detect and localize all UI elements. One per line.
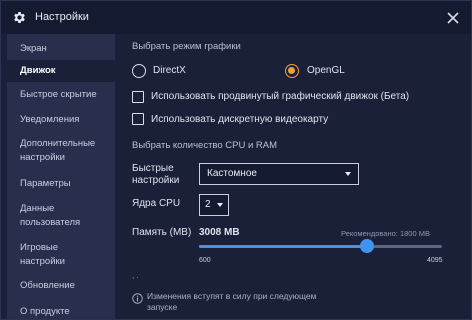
sidebar-item-label: Дополнительные <box>20 138 96 149</box>
sidebar-item-label: настройки <box>20 152 65 163</box>
directx-label: DirectX <box>153 65 186 76</box>
advanced-engine-checkbox[interactable] <box>132 91 144 103</box>
sidebar-item-label: Данные <box>20 203 55 214</box>
restart-notice-line: Изменения вступят в силу при следующем <box>147 291 317 301</box>
chevron-down-icon <box>345 172 351 176</box>
quick-settings-select[interactable]: Кастомное <box>199 163 359 185</box>
settings-window: Настройки Экран Движок Быстрое скрытие У… <box>0 0 472 320</box>
gear-icon <box>14 12 25 23</box>
sidebar-item-update[interactable]: Обновление <box>7 279 115 293</box>
sidebar-item-label: Быстрое скрытие <box>20 89 97 100</box>
sidebar-item-label: О продукте <box>20 306 70 317</box>
window-title: Настройки <box>35 11 89 23</box>
sidebar-item-parameters[interactable]: Параметры <box>7 177 115 191</box>
cpu-cores-value: 2 <box>205 199 211 210</box>
sidebar-item-label: Экран <box>20 43 47 54</box>
info-icon <box>132 293 143 304</box>
discrete-gpu-checkbox[interactable] <box>132 113 144 125</box>
advanced-engine-label: Использовать продвинутый графический дви… <box>151 91 410 102</box>
close-icon[interactable] <box>445 10 461 26</box>
truncated-section-title: , . <box>132 271 139 280</box>
memory-slider-thumb[interactable] <box>359 239 374 253</box>
sidebar-item-display[interactable]: Экран <box>7 38 115 60</box>
sidebar-item-boss-key[interactable]: Быстрое скрытие <box>7 88 115 102</box>
sidebar-item-game-settings[interactable]: Игровые настройки <box>7 241 115 269</box>
sidebar-item-label: Движок <box>20 65 56 76</box>
restart-notice-line: запуске <box>147 302 178 312</box>
restart-notice: Изменения вступят в силу при следующем з… <box>147 291 347 313</box>
opengl-label: OpenGL <box>307 65 345 76</box>
title-bar: Настройки <box>1 1 471 34</box>
cpu-cores-label: Ядра CPU <box>132 198 181 209</box>
memory-min-label: 600 <box>199 257 211 264</box>
sidebar-item-label: Обновление <box>20 280 75 291</box>
memory-recommended: Рекомендовано: 1800 MB <box>341 229 430 238</box>
quick-settings-label-line: настройки <box>132 175 180 186</box>
memory-slider-fill <box>199 245 367 248</box>
sidebar-item-label: Игровые <box>20 242 59 253</box>
chevron-down-icon <box>217 203 223 207</box>
cpu-cores-select[interactable]: 2 <box>199 194 229 216</box>
memory-max-label: 4095 <box>427 257 443 264</box>
sidebar-item-label: настройки <box>20 256 65 267</box>
discrete-gpu-label: Использовать дискретную видеокарту <box>151 114 329 125</box>
sidebar-item-about[interactable]: О продукте <box>7 305 115 319</box>
cpu-ram-title: Выбрать количество CPU и RAM <box>132 140 278 151</box>
directx-radio[interactable] <box>132 64 146 78</box>
sidebar-item-label: Уведомления <box>20 114 80 125</box>
engine-settings-panel: Выбрать режим графики DirectX OpenGL Исп… <box>115 34 471 319</box>
quick-settings-label: Быстрые настройки <box>132 163 179 187</box>
sidebar-item-label: пользователя <box>20 217 81 228</box>
quick-settings-label-line: Быстрые <box>132 163 174 174</box>
sidebar-item-notifications[interactable]: Уведомления <box>7 113 115 127</box>
sidebar-item-label: Параметры <box>20 178 71 189</box>
sidebar-item-user-data[interactable]: Данные пользователя <box>7 202 115 230</box>
memory-value: 3008 MB <box>199 227 240 238</box>
sidebar: Экран Движок Быстрое скрытие Уведомления… <box>7 34 115 319</box>
sidebar-item-engine[interactable]: Движок <box>7 60 115 82</box>
quick-settings-value: Кастомное <box>207 168 257 179</box>
memory-slider-track[interactable] <box>199 245 442 248</box>
opengl-radio[interactable] <box>285 64 299 78</box>
sidebar-item-advanced[interactable]: Дополнительные настройки <box>7 137 115 165</box>
graphics-mode-title: Выбрать режим графики <box>132 41 241 52</box>
memory-label: Память (MB) <box>132 227 192 238</box>
